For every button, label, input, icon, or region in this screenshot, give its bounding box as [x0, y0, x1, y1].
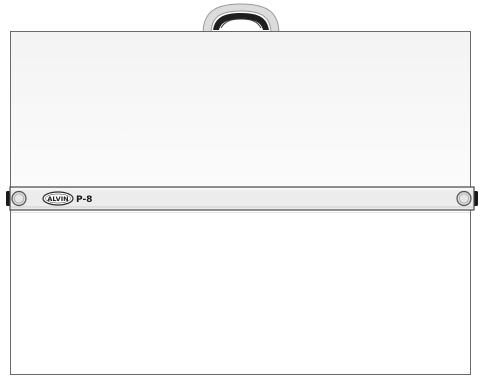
- board-surface-divider: [11, 212, 470, 213]
- parallel-ruler[interactable]: ALVIN P-8: [6, 186, 478, 211]
- ruler-end-knob-icon: [456, 190, 472, 207]
- drafting-board-scene: ALVIN P-8: [0, 0, 483, 379]
- model-label: P-8: [76, 195, 92, 205]
- alvin-logo-icon: ALVIN: [42, 191, 74, 206]
- brand-logo-text: ALVIN: [47, 195, 68, 203]
- ruler-end-knob-icon: [11, 190, 27, 207]
